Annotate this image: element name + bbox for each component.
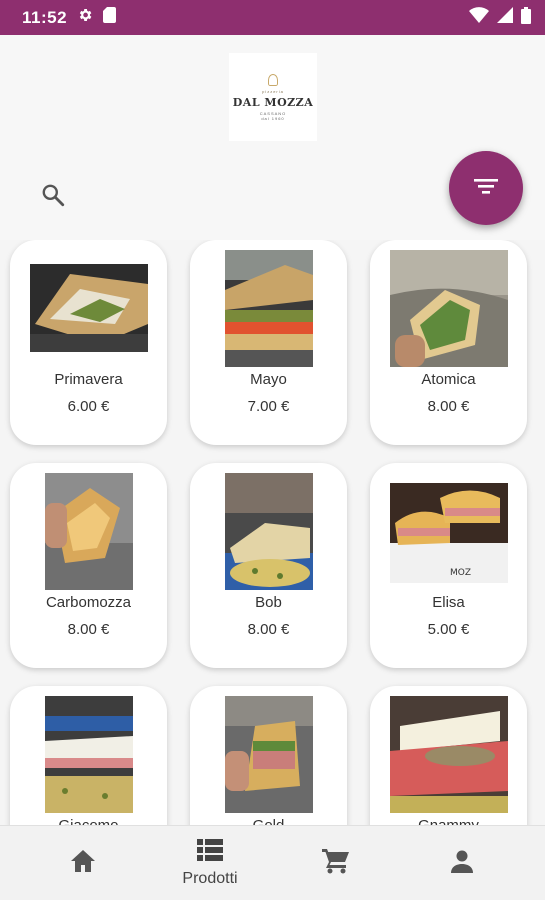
status-time: 11:52 — [22, 7, 68, 27]
product-card[interactable]: Mayo 7.00 € — [190, 240, 347, 445]
brand-logo: pizzeria DAL MOZZA CASSANO dal 1960 — [229, 53, 317, 141]
product-price: 5.00 € — [427, 621, 470, 638]
product-name: Gold — [190, 817, 347, 825]
status-bar: 11:52 — [0, 0, 545, 35]
product-card[interactable]: Giacomo — [10, 686, 167, 825]
logo-small-text: pizzeria — [262, 88, 284, 94]
nav-home[interactable] — [33, 826, 133, 900]
home-icon — [70, 849, 96, 878]
search-icon — [40, 182, 66, 213]
logo-mark — [268, 73, 278, 86]
nav-prodotti[interactable]: Prodotti — [160, 826, 260, 900]
nav-label: Prodotti — [182, 870, 238, 887]
product-image — [29, 264, 148, 352]
product-card[interactable]: Bob 8.00 € — [190, 463, 347, 668]
product-price: 7.00 € — [247, 398, 290, 415]
product-image: MOZ — [389, 483, 508, 583]
logo-tag: dal 1960 — [261, 115, 285, 121]
app-header: pizzeria DAL MOZZA CASSANO dal 1960 — [0, 35, 545, 240]
product-name: Elisa — [432, 594, 465, 611]
product-image — [389, 250, 508, 367]
product-card[interactable]: Atomica 8.00 € — [370, 240, 527, 445]
product-card[interactable]: Carbomozza 8.00 € — [10, 463, 167, 668]
product-price: 8.00 € — [247, 621, 290, 638]
product-name: Primavera — [54, 371, 123, 388]
product-image — [224, 473, 313, 590]
filter-icon — [473, 176, 499, 201]
sim-card-icon — [103, 7, 117, 28]
product-name: Carbomozza — [45, 594, 132, 611]
product-card[interactable]: MOZ Elisa 5.00 € — [370, 463, 527, 668]
product-grid: Primavera 6.00 € Mayo 7.00 € Atomica 8.0… — [0, 240, 545, 825]
product-name: Mayo — [250, 371, 287, 388]
filter-button[interactable] — [449, 151, 523, 225]
product-price: 8.00 € — [67, 621, 110, 638]
product-name: Giacomo — [10, 817, 167, 825]
product-image — [44, 473, 133, 590]
product-card[interactable]: Primavera 6.00 € — [10, 240, 167, 445]
person-icon — [450, 849, 474, 878]
product-card[interactable]: Gnammy — [370, 686, 527, 825]
logo-name: DAL MOZZA — [232, 95, 314, 109]
gear-icon — [77, 7, 93, 28]
svg-text:MOZ: MOZ — [450, 568, 471, 578]
product-name: Gnammy — [370, 817, 527, 825]
product-image — [224, 250, 313, 367]
product-image — [389, 696, 508, 813]
signal-icon — [497, 7, 513, 28]
product-name: Bob — [255, 594, 282, 611]
product-price: 8.00 € — [427, 398, 470, 415]
product-image — [44, 696, 133, 813]
wifi-icon — [469, 7, 489, 28]
product-price: 6.00 € — [67, 398, 110, 415]
battery-icon — [521, 6, 531, 29]
product-image — [224, 696, 313, 813]
bottom-navigation: Prodotti — [0, 825, 545, 900]
list-icon — [197, 839, 223, 866]
nav-account[interactable] — [412, 826, 512, 900]
cart-icon — [322, 848, 350, 879]
product-card[interactable]: Gold — [190, 686, 347, 825]
product-name: Atomica — [421, 371, 476, 388]
nav-cart[interactable] — [286, 826, 386, 900]
search-button[interactable] — [36, 180, 70, 214]
